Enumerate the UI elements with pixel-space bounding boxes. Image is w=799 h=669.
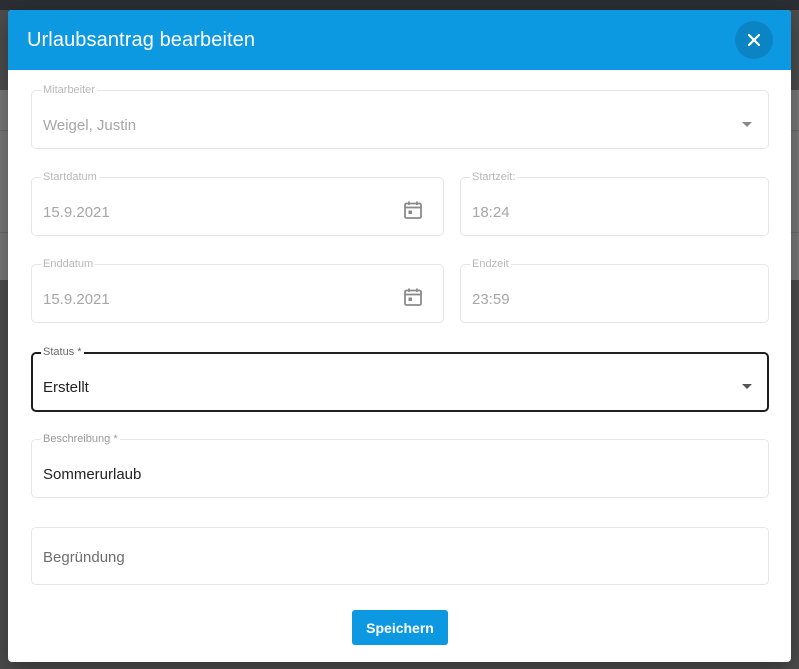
status-select[interactable]: Status * Erstellt: [31, 346, 769, 412]
end-date-value: 15.9.2021: [43, 291, 110, 308]
end-time-value: 23:59: [472, 291, 510, 308]
status-label: Status *: [41, 346, 84, 359]
start-date-value: 15.9.2021: [43, 204, 110, 221]
description-value: Sommerurlaub: [43, 466, 142, 483]
chevron-down-icon: [742, 122, 752, 127]
calendar-icon[interactable]: [403, 287, 423, 307]
dialog-header: Urlaubsantrag bearbeiten: [8, 10, 791, 70]
end-time-field[interactable]: Endzeit 23:59: [460, 258, 769, 323]
start-time-field[interactable]: Startzeit: 18:24: [460, 171, 769, 236]
start-date-label: Startdatum: [41, 171, 99, 184]
end-date-field[interactable]: Enddatum 15.9.2021: [31, 258, 444, 323]
save-button[interactable]: Speichern: [352, 610, 448, 645]
employee-label: Mitarbeiter: [41, 84, 97, 97]
employee-select[interactable]: Mitarbeiter Weigel, Justin: [31, 84, 769, 149]
end-time-label: Endzeit: [470, 258, 511, 271]
reason-placeholder: Begründung: [43, 549, 125, 566]
dialog-title: Urlaubsantrag bearbeiten: [27, 28, 256, 51]
start-time-label: Startzeit:: [470, 171, 518, 184]
start-time-value: 18:24: [472, 204, 510, 221]
end-date-label: Enddatum: [41, 258, 96, 271]
calendar-icon[interactable]: [403, 200, 423, 220]
chevron-down-icon: [742, 384, 752, 389]
description-input[interactable]: Beschreibung * Sommerurlaub: [31, 433, 769, 498]
status-value: Erstellt: [43, 379, 89, 396]
edit-vacation-dialog: Urlaubsantrag bearbeiten Mitarbeiter Wei…: [8, 10, 791, 662]
backdrop-topbar: [0, 0, 799, 10]
close-icon: [747, 33, 761, 47]
reason-input[interactable]: Begründung: [31, 527, 769, 585]
description-label: Beschreibung *: [41, 433, 120, 446]
start-date-field[interactable]: Startdatum 15.9.2021: [31, 171, 444, 236]
close-button[interactable]: [735, 21, 773, 59]
employee-value: Weigel, Justin: [43, 117, 137, 134]
